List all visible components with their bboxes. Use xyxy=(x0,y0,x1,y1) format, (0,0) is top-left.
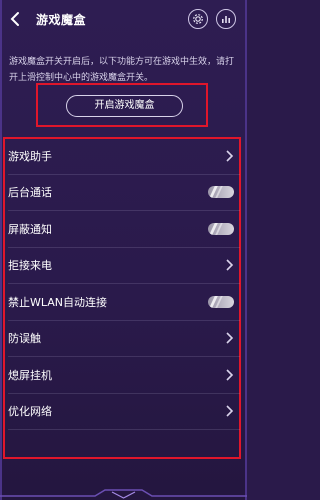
list-item-block-notifications: 屏蔽通知 xyxy=(8,211,240,248)
page-title: 游戏魔盒 xyxy=(36,13,87,27)
list-item-game-assistant[interactable]: 游戏助手 xyxy=(8,138,240,175)
chevron-right-icon xyxy=(226,259,234,271)
list-item-label: 后台通话 xyxy=(8,186,52,200)
chevron-right-icon xyxy=(226,150,234,162)
settings-gear-icon[interactable] xyxy=(188,9,208,29)
list-item-label: 熄屏挂机 xyxy=(8,368,52,382)
list-item-reject-calls[interactable]: 拒接来电 xyxy=(8,248,240,284)
list-item-background-call: 后台通话 xyxy=(8,175,240,211)
list-item-label: 游戏助手 xyxy=(8,149,52,163)
header-bar: 游戏魔盒 xyxy=(0,0,247,40)
open-game-box-button[interactable]: 开启游戏魔盒 xyxy=(66,95,183,117)
list-item-screen-off-afk[interactable]: 熄屏挂机 xyxy=(8,357,240,394)
chevron-right-icon xyxy=(226,369,234,381)
block-notifications-toggle[interactable] xyxy=(208,222,234,235)
chevron-right-icon xyxy=(226,332,234,344)
list-item-label: 拒接来电 xyxy=(8,259,52,273)
list-item-label: 优化网络 xyxy=(8,405,52,419)
list-item-label: 防误触 xyxy=(8,332,41,346)
list-item-anti-mistouch[interactable]: 防误触 xyxy=(8,321,240,357)
chevron-right-icon xyxy=(226,405,234,417)
back-arrow-icon[interactable] xyxy=(6,9,26,29)
list-item-disable-wlan-autoconnect: 禁止WLAN自动连接 xyxy=(8,284,240,321)
disable-wlan-toggle[interactable] xyxy=(208,295,234,308)
description-text: 游戏魔盒开关开启后，以下功能方可在游戏中生效，请打开上滑控制中心中的游戏魔盒开关… xyxy=(9,57,235,83)
background-call-toggle[interactable] xyxy=(208,186,234,199)
settings-list: 游戏助手 后台通话 屏蔽通知 拒接来电 禁止WLAN自动连接 防误触 熄屏挂机 … xyxy=(8,138,240,430)
list-item-optimize-network[interactable]: 优化网络 xyxy=(8,394,240,430)
bottom-decoration xyxy=(0,489,247,499)
list-item-label: 禁止WLAN自动连接 xyxy=(8,295,108,309)
list-item-label: 屏蔽通知 xyxy=(8,222,52,236)
chart-icon[interactable] xyxy=(216,9,236,29)
